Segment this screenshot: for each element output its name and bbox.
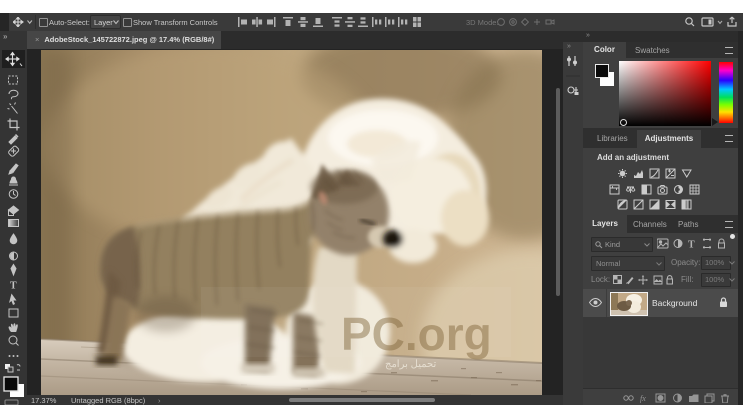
svg-text:»: » xyxy=(3,32,8,41)
svg-text:T: T xyxy=(10,281,17,292)
svg-text:PC.org: PC.org xyxy=(341,308,492,360)
svg-text:T: T xyxy=(688,240,695,251)
svg-text:fx: fx xyxy=(640,394,646,403)
svg-text:تحميل برامج: تحميل برامج xyxy=(385,359,436,370)
